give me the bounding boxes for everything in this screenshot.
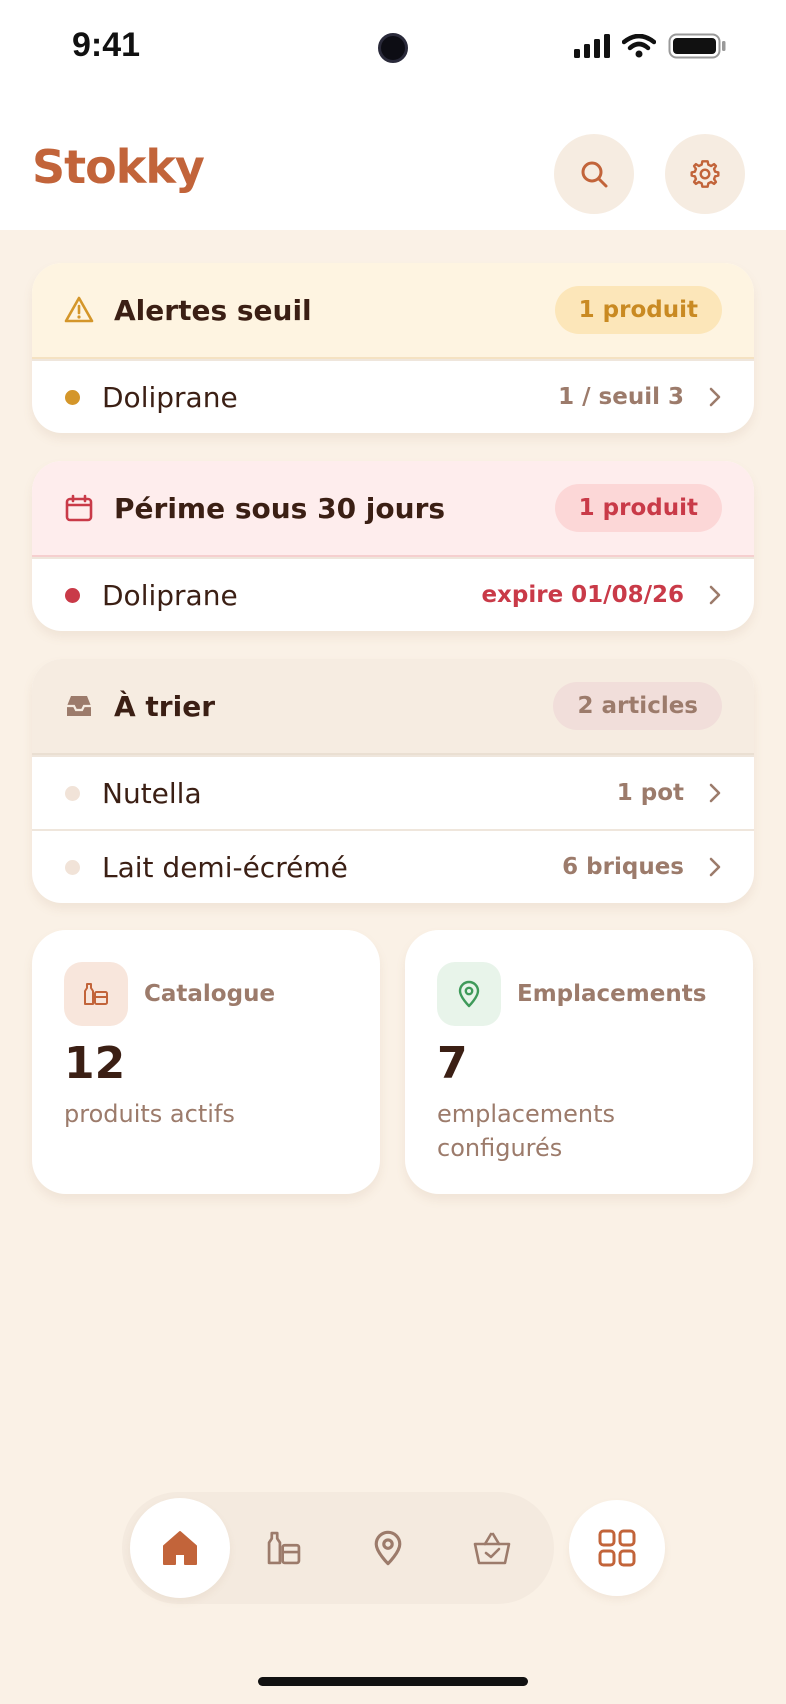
search-button[interactable]	[554, 134, 634, 214]
locations-subtitle-line2: configurés	[437, 1134, 563, 1162]
chevron-right-icon	[709, 585, 721, 605]
wifi-icon	[622, 34, 656, 58]
nav-shopping[interactable]	[442, 1498, 542, 1598]
catalogue-subtitle: produits actifs	[64, 1100, 235, 1128]
status-icons	[574, 33, 726, 59]
catalogue-head: Catalogue	[64, 962, 348, 1026]
products-icon	[267, 1531, 301, 1565]
nav-products[interactable]	[234, 1498, 334, 1598]
catalogue-card[interactable]: Catalogue 12 produits actifs	[32, 930, 380, 1194]
home-icon	[163, 1531, 197, 1565]
chevron-right-icon	[709, 857, 721, 877]
camera-cutout	[378, 33, 408, 63]
to-sort-card: À trier 2 articles Nutella 1 pot Lait de…	[32, 659, 754, 903]
item-name: Lait demi-écrémé	[102, 850, 348, 884]
item-name: Doliprane	[102, 578, 238, 612]
item-meta: 6 briques	[562, 854, 684, 880]
locations-count: 7	[437, 1038, 468, 1089]
to-sort-header: À trier 2 articles	[32, 659, 754, 755]
search-icon	[581, 161, 608, 188]
warning-icon	[64, 296, 94, 323]
status-dot	[65, 587, 80, 603]
list-item[interactable]: Doliprane expire 01/08/26	[32, 557, 754, 631]
status-dot	[65, 859, 80, 875]
basket-icon	[473, 1532, 511, 1565]
location-icon	[437, 962, 501, 1026]
app-title: Stokky	[32, 140, 205, 194]
list-item[interactable]: Doliprane 1 / seuil 3	[32, 359, 754, 433]
catalogue-label: Catalogue	[144, 981, 276, 1007]
item-meta: 1 / seuil 3	[558, 384, 684, 410]
chevron-right-icon	[709, 387, 721, 407]
expiring-title: Périme sous 30 jours	[114, 491, 446, 525]
calendar-icon	[65, 494, 93, 522]
grid-icon	[598, 1529, 636, 1567]
locations-card[interactable]: Emplacements 7 emplacements configurés	[405, 930, 753, 1194]
list-item[interactable]: Nutella 1 pot	[32, 755, 754, 829]
locations-label: Emplacements	[517, 981, 707, 1007]
catalogue-count: 12	[64, 1038, 126, 1089]
apps-button[interactable]	[569, 1500, 665, 1596]
list-item[interactable]: Lait demi-écrémé 6 briques	[32, 829, 754, 903]
item-name: Doliprane	[102, 380, 238, 414]
threshold-alerts-badge: 1 produit	[554, 286, 722, 334]
locations-subtitle-line1: emplacements	[437, 1100, 615, 1128]
products-icon	[64, 962, 128, 1026]
to-sort-title: À trier	[114, 689, 216, 723]
gear-icon	[690, 160, 720, 188]
bottom-nav	[122, 1492, 554, 1604]
item-meta: 1 pot	[616, 780, 684, 806]
expiring-header: Périme sous 30 jours 1 produit	[32, 461, 754, 557]
top-bar: 9:41 Stokky	[0, 0, 786, 230]
battery-icon	[668, 33, 726, 59]
signal-icon	[574, 34, 610, 58]
location-icon	[374, 1530, 402, 1566]
nav-locations[interactable]	[338, 1498, 438, 1598]
locations-head: Emplacements	[437, 962, 721, 1026]
threshold-alerts-card: Alertes seuil 1 produit Doliprane 1 / se…	[32, 263, 754, 433]
item-meta: expire 01/08/26	[481, 582, 684, 608]
item-name: Nutella	[102, 776, 202, 810]
to-sort-badge: 2 articles	[553, 682, 722, 730]
nav-home[interactable]	[130, 1498, 230, 1598]
inbox-icon	[67, 696, 91, 716]
settings-button[interactable]	[665, 134, 745, 214]
chevron-right-icon	[709, 783, 721, 803]
locations-subtitle: emplacements configurés	[437, 1097, 721, 1165]
expiring-card: Périme sous 30 jours 1 produit Doliprane…	[32, 461, 754, 631]
status-dot	[65, 785, 80, 801]
status-dot	[65, 389, 80, 405]
threshold-alerts-header: Alertes seuil 1 produit	[32, 263, 754, 359]
threshold-alerts-title: Alertes seuil	[114, 293, 312, 327]
status-time: 9:41	[72, 26, 141, 64]
expiring-badge: 1 produit	[554, 484, 722, 532]
home-indicator	[258, 1677, 528, 1686]
